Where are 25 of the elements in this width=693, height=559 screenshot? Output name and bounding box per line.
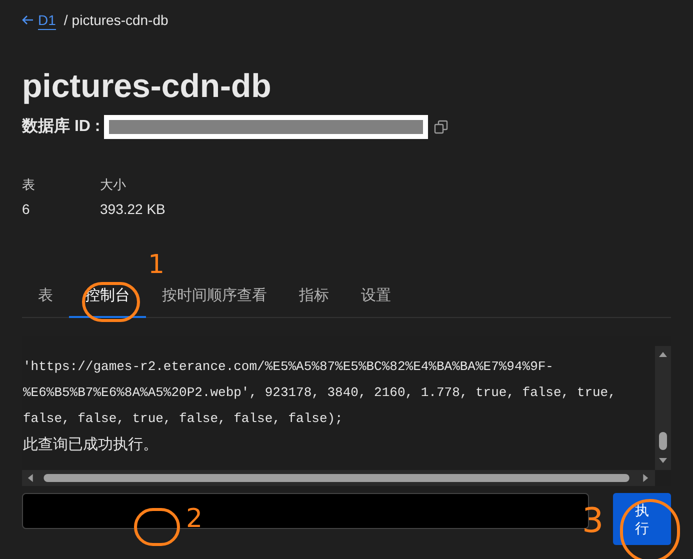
- horizontal-scrollbar[interactable]: [22, 470, 655, 486]
- back-link[interactable]: D1: [38, 10, 56, 30]
- tab[interactable]: 按时间顺序查看: [146, 278, 283, 318]
- stat-value: 6: [22, 200, 30, 218]
- annotation-number: 1: [148, 252, 165, 278]
- success-message: 此查询已成功执行。: [23, 434, 158, 454]
- annotation-number: 3: [582, 504, 604, 538]
- breadcrumb-separator: /: [64, 10, 68, 30]
- vertical-scrollbar[interactable]: [655, 346, 671, 470]
- tab[interactable]: 设置: [345, 278, 407, 318]
- stat-value: 393.22 KB: [100, 200, 166, 218]
- annotation-number: 2: [186, 506, 203, 532]
- run-button[interactable]: 执行: [613, 492, 671, 544]
- console-line: 'https://games-r2.eterance.com/%E5%A5%87%E5%BC%82%E4%BA%BA%E7%94%9F-: [23, 358, 554, 376]
- id-label: 数据库 ID :: [22, 116, 100, 137]
- back-arrow-icon[interactable]: [22, 15, 34, 25]
- stat-label: 大小: [100, 176, 126, 194]
- copy-icon[interactable]: [434, 120, 448, 134]
- console-line: false, false, true, false, false, false);: [23, 410, 343, 428]
- stat-label: 表: [22, 176, 35, 194]
- tab[interactable]: 指标: [283, 278, 345, 318]
- tab[interactable]: 表: [22, 278, 69, 318]
- breadcrumb-current: pictures-cdn-db: [72, 10, 168, 30]
- page-title: pictures-cdn-db: [22, 66, 272, 106]
- console-line: %E6%B5%B7%E6%8A%A5%20P2.webp', 923178, 3840, 2160, 1.778, true, false, true,: [23, 384, 616, 402]
